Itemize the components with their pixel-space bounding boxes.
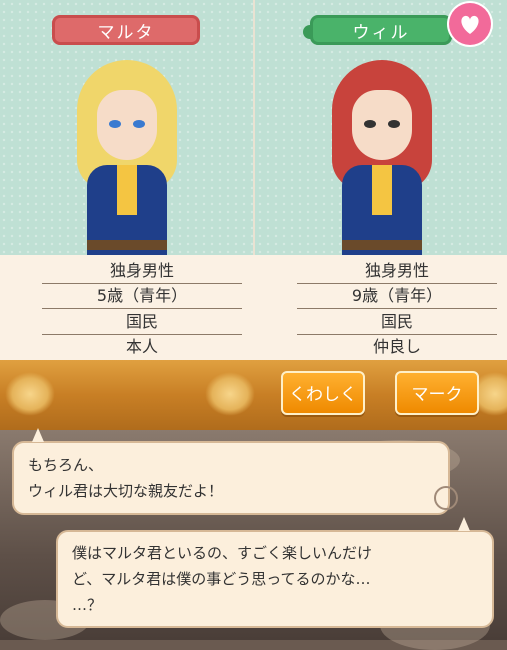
- left-stat-class: 国民: [42, 309, 242, 335]
- right-character-portrait: [322, 60, 442, 255]
- right-character-eye: [388, 120, 400, 128]
- left-character-face: [97, 90, 157, 160]
- right-stat-status: 独身男性: [297, 258, 497, 284]
- right-character-name: ウィル: [310, 15, 452, 45]
- dialogue-bubble-left[interactable]: もちろん、 ウィル君は大切な親友だよ！: [12, 441, 450, 515]
- dialogue-line: 僕はマルタ君といるの、すごく楽しいんだけ: [72, 544, 373, 562]
- dialogue-line: もちろん、: [28, 456, 104, 474]
- left-character-eye: [109, 120, 121, 128]
- left-stat-status: 独身男性: [42, 258, 242, 284]
- right-character-eye: [364, 120, 376, 128]
- dialogue-bubble-tail: [32, 428, 44, 442]
- ornament-scroll-middle: [205, 372, 255, 416]
- heart-icon[interactable]: [449, 3, 491, 45]
- dialogue-line: ウィル君は大切な親友だよ！: [28, 482, 224, 500]
- left-stat-relation: 本人: [125, 337, 158, 356]
- dialogue-line: ど、マルタ君は僕の事どう思ってるのかな…: [72, 570, 371, 588]
- ornament-scroll-left: [5, 372, 55, 416]
- dialogue-bubble-tail: [458, 517, 470, 531]
- left-character-eye: [133, 120, 145, 128]
- dialogue-bubble-right[interactable]: 僕はマルタ君といるの、すごく楽しいんだけ ど、マルタ君は僕の事どう思ってるのかな…: [56, 530, 494, 628]
- right-character-belt: [342, 240, 422, 250]
- left-stat-age: 5歳（青年）: [42, 283, 242, 309]
- dialogue-line: …？: [72, 596, 103, 614]
- right-character-collar: [372, 165, 392, 215]
- right-character-face: [352, 90, 412, 160]
- speech-bubble-icon: [434, 486, 458, 510]
- right-stat-age: 9歳（青年）: [297, 283, 497, 309]
- right-stat-relation: 仲良し: [372, 337, 421, 356]
- left-character-collar: [117, 165, 137, 215]
- left-character-name: マルタ: [52, 15, 200, 45]
- left-character-portrait: [67, 60, 187, 255]
- right-stat-class: 国民: [297, 309, 497, 335]
- left-character-belt: [87, 240, 167, 250]
- details-button[interactable]: くわしく: [281, 371, 365, 415]
- mark-button[interactable]: マーク: [395, 371, 479, 415]
